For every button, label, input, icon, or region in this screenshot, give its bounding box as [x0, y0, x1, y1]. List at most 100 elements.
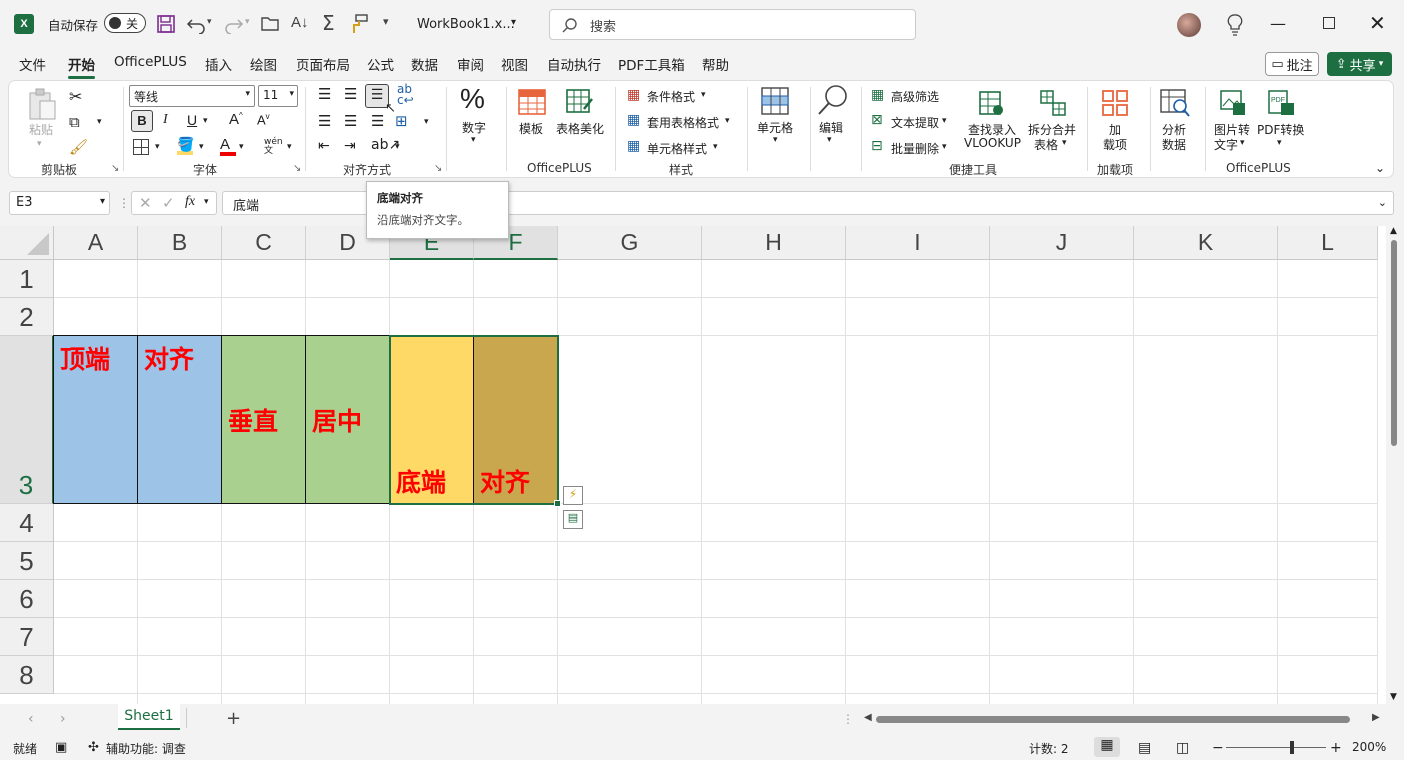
- lookup-label-line2[interactable]: VLOOKUP: [964, 136, 1021, 150]
- prev-sheet-icon[interactable]: ‹: [28, 711, 34, 727]
- tab-insert[interactable]: 插入: [205, 54, 232, 74]
- merge-center-icon[interactable]: ⊞: [395, 112, 408, 130]
- text-extract-icon[interactable]: ⊠: [871, 112, 883, 128]
- find-icon[interactable]: [817, 84, 849, 116]
- column-header[interactable]: H: [702, 226, 846, 260]
- cell-b3[interactable]: 对齐: [137, 335, 222, 504]
- page-break-view-icon[interactable]: ◫: [1176, 740, 1189, 756]
- cancel-formula-icon[interactable]: ✕: [139, 194, 152, 212]
- workbook-dropdown-icon[interactable]: ▾: [511, 17, 516, 28]
- name-box[interactable]: E3 ▾: [9, 191, 110, 215]
- zoom-slider-track[interactable]: [1226, 747, 1326, 748]
- autosave-toggle[interactable]: 关: [104, 13, 146, 33]
- column-header[interactable]: G: [558, 226, 702, 260]
- conditional-format-dropdown-icon[interactable]: ▾: [701, 90, 706, 100]
- orientation-dropdown-icon[interactable]: ▾: [395, 142, 400, 152]
- share-button[interactable]: ⇪ 共享 ▾: [1327, 52, 1392, 76]
- confirm-formula-icon[interactable]: ✓: [162, 194, 175, 212]
- tab-pdf-tools[interactable]: PDF工具箱: [618, 54, 685, 74]
- pdf-convert-icon[interactable]: PDF: [1267, 89, 1297, 117]
- wrap-text-icon[interactable]: ab c↩: [397, 83, 414, 106]
- merge-dropdown-icon[interactable]: ▾: [424, 117, 429, 127]
- font-launcher-icon[interactable]: ↘: [293, 163, 301, 174]
- pdf-convert-dropdown-icon[interactable]: ▾: [1277, 138, 1282, 148]
- editing-label[interactable]: 编辑: [819, 119, 843, 136]
- advanced-filter-icon[interactable]: ▦: [871, 87, 884, 103]
- font-color-icon[interactable]: A: [220, 136, 236, 156]
- text-extract-dropdown-icon[interactable]: ▾: [942, 116, 947, 126]
- batch-delete-label[interactable]: 批量删除: [891, 140, 939, 157]
- add-sheet-button[interactable]: +: [226, 708, 241, 729]
- fill-color-dropdown-icon[interactable]: ▾: [199, 142, 204, 152]
- cell-c3[interactable]: 垂直: [221, 335, 306, 504]
- borders-dropdown-icon[interactable]: ▾: [155, 142, 160, 152]
- analyze-data-icon[interactable]: [1160, 89, 1190, 117]
- lightbulb-icon[interactable]: [1227, 14, 1243, 36]
- open-folder-icon[interactable]: [261, 15, 281, 33]
- format-as-table-icon[interactable]: ▦: [627, 112, 640, 128]
- batch-delete-icon[interactable]: ⊟: [871, 138, 883, 154]
- row-header[interactable]: 3: [0, 336, 54, 504]
- maximize-icon[interactable]: [1323, 17, 1335, 29]
- cells-dropdown-icon[interactable]: ▾: [773, 135, 778, 145]
- zoom-slider-thumb[interactable]: [1290, 741, 1294, 754]
- paste-label[interactable]: 粘贴: [29, 121, 53, 138]
- clipboard-launcher-icon[interactable]: ↘: [111, 163, 119, 174]
- text-extract-label[interactable]: 文本提取: [891, 114, 939, 131]
- format-painter-icon[interactable]: [350, 14, 368, 34]
- editing-dropdown-icon[interactable]: ▾: [827, 135, 832, 145]
- accessibility-icon[interactable]: ✣: [88, 740, 99, 755]
- split-merge-icon[interactable]: [1039, 89, 1067, 117]
- phonetic-dropdown-icon[interactable]: ▾: [287, 142, 292, 152]
- advanced-filter-label[interactable]: 高级筛选: [891, 88, 939, 105]
- row-header[interactable]: 8: [0, 656, 54, 694]
- column-header[interactable]: K: [1134, 226, 1278, 260]
- phonetic-icon[interactable]: wén 文: [264, 138, 283, 156]
- tab-formulas[interactable]: 公式: [367, 54, 394, 74]
- percent-icon[interactable]: %: [460, 83, 485, 115]
- customize-toolbar-icon[interactable]: ▾: [383, 15, 389, 28]
- select-all-button[interactable]: [0, 226, 54, 260]
- zoom-level[interactable]: 200%: [1352, 740, 1386, 754]
- font-size-box[interactable]: 11 ▾: [258, 85, 298, 107]
- cell-a3[interactable]: 顶端: [53, 335, 138, 504]
- paste-dropdown-icon[interactable]: ▾: [37, 139, 42, 149]
- font-color-dropdown-icon[interactable]: ▾: [239, 142, 244, 152]
- template-icon[interactable]: [518, 89, 546, 115]
- number-dropdown-icon[interactable]: ▾: [471, 135, 476, 145]
- split-merge-dropdown-icon[interactable]: ▾: [1062, 138, 1067, 148]
- save-icon[interactable]: [156, 14, 176, 34]
- column-header[interactable]: I: [846, 226, 990, 260]
- table-beautify-label[interactable]: 表格美化: [556, 120, 604, 137]
- pdf-convert-label[interactable]: PDF转换: [1257, 121, 1304, 138]
- scroll-down-icon[interactable]: ▼: [1390, 692, 1397, 702]
- column-header[interactable]: L: [1278, 226, 1378, 260]
- number-label[interactable]: 数字: [462, 119, 486, 136]
- borders-icon[interactable]: [133, 139, 149, 155]
- macro-record-icon[interactable]: ▣: [55, 740, 67, 755]
- tab-review[interactable]: 审阅: [457, 54, 484, 74]
- addins-icon[interactable]: [1101, 89, 1129, 117]
- image-to-text-label-line2[interactable]: 文字: [1214, 136, 1238, 153]
- fill-handle[interactable]: [554, 500, 561, 507]
- italic-button[interactable]: I: [163, 112, 168, 128]
- image-to-text-dropdown-icon[interactable]: ▾: [1240, 138, 1245, 148]
- align-top-icon[interactable]: ☰: [318, 85, 331, 103]
- vertical-scroll-thumb[interactable]: [1391, 240, 1397, 446]
- increase-font-icon[interactable]: A^: [229, 111, 243, 128]
- copy-icon[interactable]: ⧉: [69, 113, 80, 131]
- align-right-icon[interactable]: ☰: [371, 112, 384, 130]
- template-label[interactable]: 模板: [519, 120, 543, 137]
- underline-dropdown-icon[interactable]: ▾: [203, 116, 208, 126]
- zoom-out-icon[interactable]: −: [1212, 740, 1224, 756]
- copy-dropdown-icon[interactable]: ▾: [97, 117, 102, 127]
- align-left-icon[interactable]: ☰: [318, 112, 331, 130]
- sort-icon[interactable]: A↓: [291, 14, 309, 31]
- tab-splitter[interactable]: ⋮: [842, 712, 854, 726]
- workbook-name[interactable]: WorkBook1.x...: [417, 0, 515, 48]
- decrease-indent-icon[interactable]: ⇤: [318, 138, 330, 154]
- tab-automate[interactable]: 自动执行: [547, 54, 601, 74]
- addins-label-line2[interactable]: 载项: [1103, 136, 1127, 153]
- increase-indent-icon[interactable]: ⇥: [344, 138, 356, 154]
- page-layout-view-icon[interactable]: ▤: [1138, 740, 1151, 756]
